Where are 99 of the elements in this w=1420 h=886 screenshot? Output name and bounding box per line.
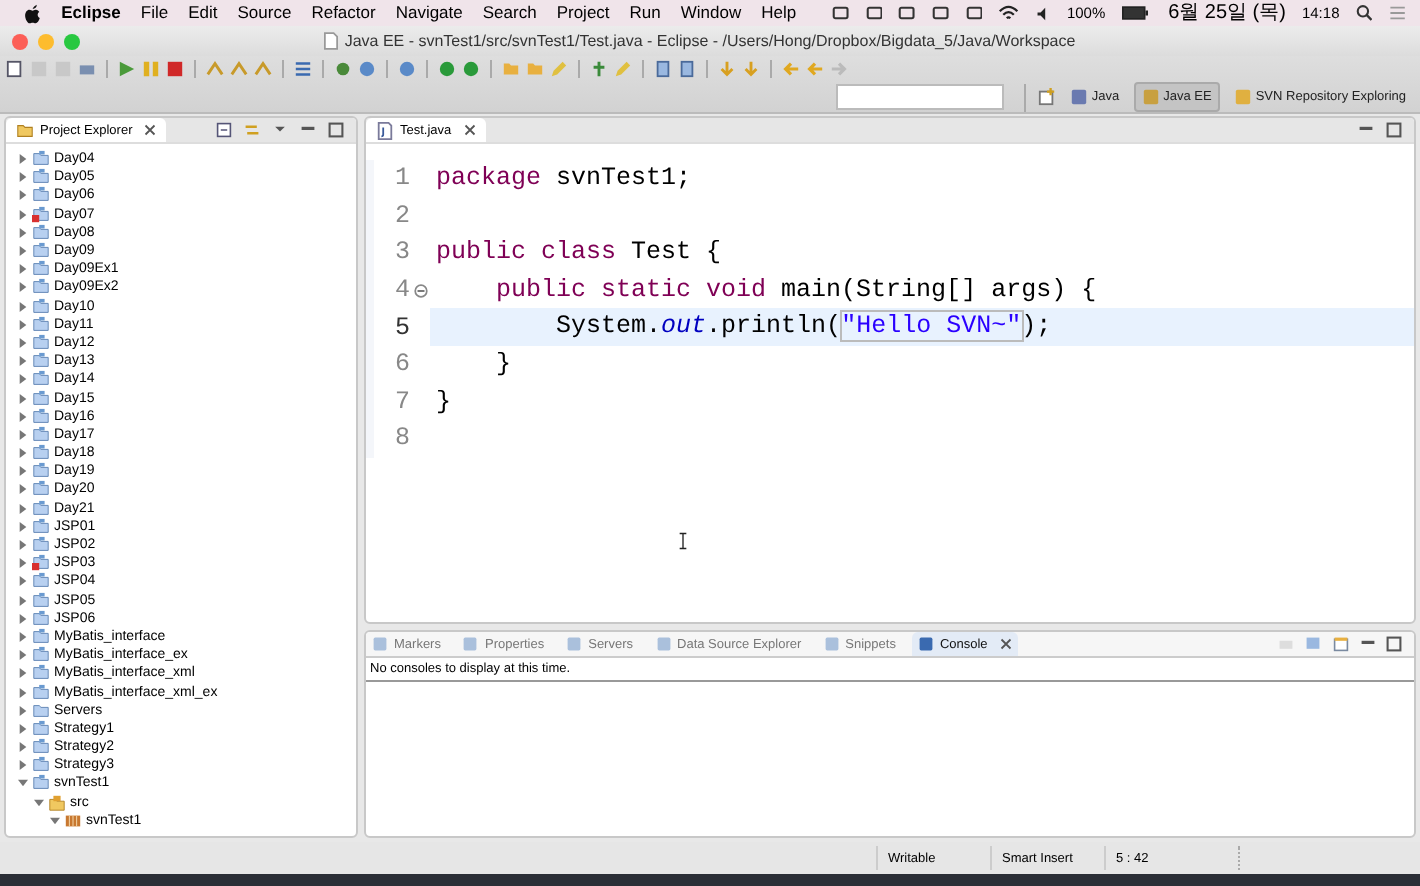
view-icon <box>655 636 672 652</box>
menu-item[interactable]: Help <box>761 4 797 22</box>
line-number: 6 <box>392 350 412 379</box>
expand-arrow-icon[interactable] <box>18 356 28 367</box>
expand-arrow-icon[interactable] <box>18 723 28 734</box>
text-cursor-icon <box>678 532 688 550</box>
expand-arrow-icon[interactable] <box>18 687 28 698</box>
expand-arrow-icon[interactable] <box>18 246 28 257</box>
menu-item[interactable]: Source <box>237 4 292 22</box>
play-icon[interactable] <box>118 60 136 78</box>
line-number: 3 <box>392 238 412 267</box>
expand-arrow-icon[interactable] <box>34 797 44 808</box>
java-file-icon <box>376 121 394 139</box>
expand-arrow-icon[interactable] <box>18 742 28 753</box>
expand-arrow-icon[interactable] <box>18 595 28 606</box>
stop-icon[interactable] <box>166 60 184 78</box>
app-menu[interactable]: Eclipse <box>61 4 121 22</box>
view-icon <box>566 636 583 652</box>
print-icon[interactable] <box>78 60 96 78</box>
expand-arrow-icon[interactable] <box>18 393 28 404</box>
expand-arrow-icon[interactable] <box>18 760 28 771</box>
expand-arrow-icon[interactable] <box>18 319 28 330</box>
code-line: } <box>494 347 514 382</box>
expand-arrow-icon[interactable] <box>18 374 28 385</box>
expand-arrow-icon[interactable] <box>50 815 60 826</box>
line-number: 1 <box>392 164 412 193</box>
menu-item[interactable]: Edit <box>188 4 218 22</box>
close-icon[interactable] <box>463 124 476 136</box>
expand-arrow-icon[interactable] <box>18 466 28 477</box>
list-icon[interactable] <box>294 60 312 78</box>
line-number: 5 <box>392 313 412 342</box>
window-title: Java EE - svnTest1/src/svnTest1/Test.java - Eclipse - /Users/Hong/Dropbox/Bigdata_5/Java/Workspace <box>344 32 1076 50</box>
expand-arrow-icon[interactable] <box>18 631 28 642</box>
perspective-icon <box>1233 88 1252 106</box>
document-icon <box>324 32 339 50</box>
expand-arrow-icon[interactable] <box>18 503 28 514</box>
expand-arrow-icon[interactable] <box>18 668 28 679</box>
expand-arrow-icon[interactable] <box>18 172 28 183</box>
expand-arrow-icon[interactable] <box>18 190 28 201</box>
view-icon <box>823 636 840 652</box>
expand-arrow-icon[interactable] <box>18 429 28 440</box>
wifi-icon[interactable] <box>998 4 1020 22</box>
expand-arrow-icon[interactable] <box>18 540 28 551</box>
collapse-all-icon[interactable] <box>216 122 232 138</box>
code-line: public static void main(String[] args) { <box>494 273 1099 308</box>
expand-arrow-icon[interactable] <box>18 484 28 495</box>
expand-arrow-icon[interactable] <box>18 521 28 532</box>
quick-access-field[interactable] <box>835 84 1004 110</box>
menu-item[interactable]: Refactor <box>311 4 376 22</box>
expand-arrow-icon[interactable] <box>18 705 28 716</box>
line-number: 2 <box>392 201 412 230</box>
code-line: package svnTest1; <box>434 162 694 196</box>
view-icon <box>372 636 388 652</box>
expand-arrow-icon[interactable] <box>18 448 28 459</box>
expand-arrow-icon[interactable] <box>18 301 28 312</box>
expand-arrow-icon[interactable] <box>18 411 28 422</box>
view-icon <box>462 636 479 652</box>
expand-arrow-icon[interactable] <box>18 778 28 789</box>
maximize-icon[interactable] <box>1386 636 1402 652</box>
menu-bar-date[interactable]: 6월 25일 (목) <box>1168 3 1286 23</box>
menu-item[interactable]: Search <box>482 4 537 22</box>
volume-icon[interactable] <box>1035 5 1051 21</box>
menu-item[interactable]: Navigate <box>395 4 463 22</box>
expand-arrow-icon[interactable] <box>18 337 28 348</box>
line-number: 4 <box>392 276 412 305</box>
menu-item[interactable]: File <box>140 4 169 22</box>
expand-arrow-icon[interactable] <box>18 613 28 624</box>
view-icon <box>917 636 934 652</box>
close-icon[interactable] <box>144 124 157 136</box>
expand-arrow-icon[interactable] <box>18 558 28 569</box>
open-console-icon[interactable] <box>1332 636 1350 652</box>
expand-arrow-icon[interactable] <box>18 576 28 587</box>
collapse-icon[interactable] <box>414 283 428 298</box>
code-line: public class Test { <box>434 236 724 271</box>
expand-arrow-icon[interactable] <box>18 282 28 293</box>
list-icon[interactable] <box>1388 4 1408 22</box>
line-number: 8 <box>392 424 412 453</box>
maximize-icon[interactable] <box>328 122 344 138</box>
folder-icon <box>16 121 34 139</box>
expand-arrow-icon[interactable] <box>18 227 28 238</box>
expand-arrow-icon[interactable] <box>18 264 28 275</box>
menu-item[interactable]: Run <box>629 4 661 22</box>
maximize-icon[interactable] <box>1386 122 1402 138</box>
perspective-icon <box>1141 88 1160 106</box>
line-number: 7 <box>392 387 412 416</box>
expand-arrow-icon[interactable] <box>18 209 28 220</box>
open-perspective-icon[interactable] <box>1037 88 1056 106</box>
close-icon[interactable] <box>999 638 1012 650</box>
close-button[interactable] <box>12 33 28 49</box>
menu-item[interactable]: Project <box>556 4 610 22</box>
apple-icon[interactable] <box>24 3 42 23</box>
expand-arrow-icon[interactable] <box>18 154 28 165</box>
search-icon[interactable] <box>1355 4 1373 22</box>
file-icon[interactable] <box>6 60 24 78</box>
battery-icon[interactable] <box>1121 6 1149 20</box>
menu-item[interactable]: Window <box>680 4 742 22</box>
expand-arrow-icon[interactable] <box>18 650 28 661</box>
perspective-icon <box>1069 88 1088 106</box>
code-line: } <box>434 385 454 420</box>
